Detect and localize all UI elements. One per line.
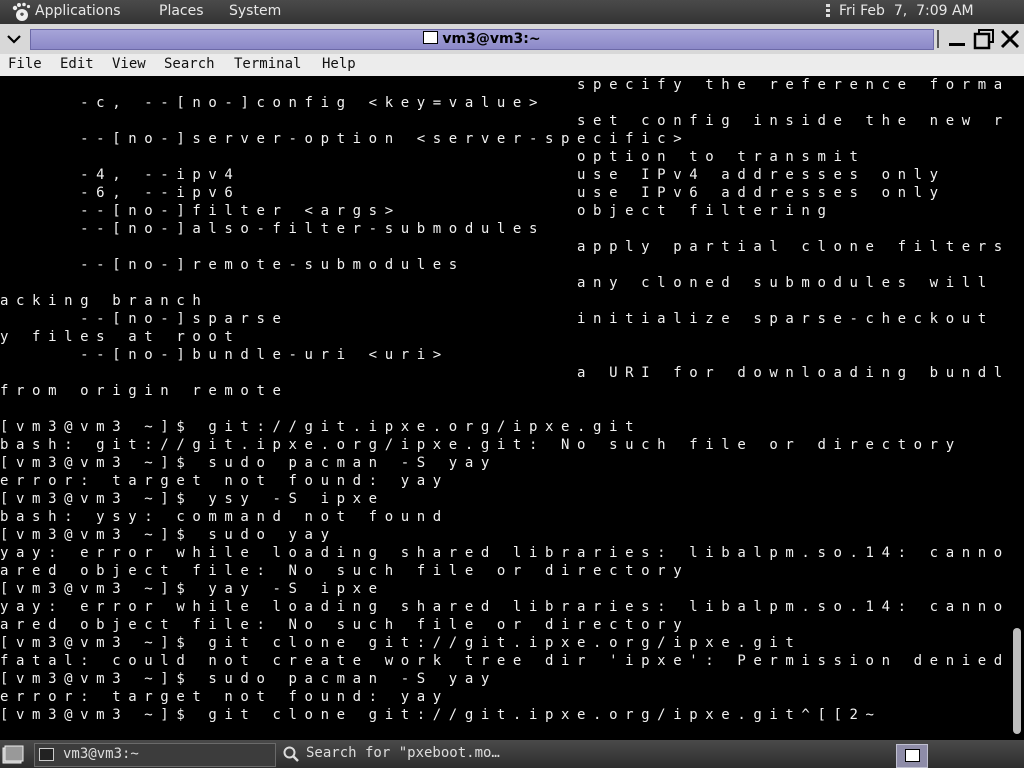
minimize-icon[interactable] bbox=[946, 28, 968, 50]
terminal-icon bbox=[423, 31, 439, 44]
window-title: vm3@vm3:~ bbox=[442, 31, 541, 47]
terminal-line: --[no-]also-filter-submodules bbox=[0, 221, 545, 237]
taskbar-terminal-label: vm3@vm3:~ bbox=[63, 746, 139, 762]
bottom-panel: vm3@vm3:~ Search for "pxeboot.mo… bbox=[0, 740, 1024, 768]
menu-help[interactable]: Help bbox=[322, 56, 356, 72]
terminal-line: set config inside the new repository bbox=[577, 113, 1010, 129]
menubar: File Edit View Search Terminal Help bbox=[0, 54, 1024, 76]
terminal-line: --[no-]server-option <server-specific> bbox=[0, 131, 690, 147]
window-menu-chevron-icon[interactable] bbox=[2, 27, 26, 51]
terminal-line: from origin remote bbox=[0, 383, 289, 399]
menu-search[interactable]: Search bbox=[164, 56, 215, 72]
terminal-lines: specify the reference format to use -c, … bbox=[0, 76, 1010, 724]
menu-view[interactable]: View bbox=[112, 56, 146, 72]
panel-grip-handle[interactable] bbox=[826, 4, 830, 21]
terminal-line: --[no-]bundle-uri <uri> bbox=[0, 347, 449, 363]
terminal-line: [vm3@vm3 ~]$ git://git.ipxe.org/ipxe.git bbox=[0, 419, 642, 435]
applications-menu[interactable]: Applications bbox=[35, 3, 121, 19]
search-icon bbox=[283, 746, 299, 762]
titlebar-divider bbox=[937, 30, 939, 48]
terminal-line: yay: error while loading shared librarie… bbox=[0, 545, 1010, 561]
terminal-line: [vm3@vm3 ~]$ ysy -S ipxe bbox=[0, 491, 385, 507]
terminal-line: [vm3@vm3 ~]$ sudo pacman -S yay bbox=[0, 671, 497, 687]
terminal-line: [vm3@vm3 ~]$ sudo yay bbox=[0, 527, 337, 543]
terminal-line: ared object file: No such file or direct… bbox=[0, 563, 690, 579]
terminal-line: yay: error while loading shared librarie… bbox=[0, 599, 1010, 615]
terminal-line: fatal: could not create work tree dir 'i… bbox=[0, 653, 1010, 669]
clock[interactable]: Fri Feb 7, 7:09 AM bbox=[839, 3, 974, 19]
terminal-line: -6, --ipv6 use IPv6 addresses only bbox=[0, 185, 946, 201]
taskbar-search-label: Search for "pxeboot.mo… bbox=[306, 745, 500, 761]
menu-terminal[interactable]: Terminal bbox=[234, 56, 301, 72]
terminal-line: any cloned submodules will use their rem… bbox=[577, 275, 1010, 291]
terminal-output[interactable]: specify the reference format to use -c, … bbox=[0, 76, 1010, 740]
terminal-line: y files at root bbox=[0, 329, 241, 345]
maximize-icon[interactable] bbox=[973, 28, 995, 50]
terminal-line: bash: ysy: command not found bbox=[0, 509, 449, 525]
terminal-scrollbar[interactable] bbox=[1010, 76, 1024, 740]
terminal-line: acking branch bbox=[0, 293, 209, 309]
terminal-line: a URI for downloading bundles before fet… bbox=[577, 365, 1010, 381]
menu-edit[interactable]: Edit bbox=[60, 56, 94, 72]
terminal-line: --[no-]remote-submodules bbox=[0, 257, 465, 273]
terminal-icon bbox=[905, 749, 920, 762]
menu-file[interactable]: File bbox=[8, 56, 42, 72]
top-panel: Applications Places System Fri Feb 7, 7:… bbox=[0, 0, 1024, 24]
terminal-line: [vm3@vm3 ~]$ sudo pacman -S yay bbox=[0, 455, 497, 471]
terminal-line: ared object file: No such file or direct… bbox=[0, 617, 690, 633]
places-menu[interactable]: Places bbox=[159, 3, 204, 19]
terminal-line: specify the reference format to use bbox=[577, 77, 1010, 93]
terminal-line: -4, --ipv4 use IPv4 addresses only bbox=[0, 167, 946, 183]
gnome-foot-icon[interactable] bbox=[10, 2, 32, 22]
terminal-icon bbox=[39, 748, 54, 761]
terminal-line: -c, --[no-]config <key=value> bbox=[0, 95, 545, 111]
taskbar-terminal-button[interactable]: vm3@vm3:~ bbox=[34, 743, 276, 767]
terminal-line: option to transmit bbox=[0, 149, 866, 165]
taskbar-search-button[interactable]: Search for "pxeboot.mo… bbox=[280, 743, 540, 765]
workspace-switcher[interactable] bbox=[896, 744, 928, 768]
show-desktop-icon[interactable] bbox=[2, 745, 24, 765]
terminal-line: [vm3@vm3 ~]$ git clone git://git.ipxe.or… bbox=[0, 707, 882, 723]
terminal-line: [vm3@vm3 ~]$ yay -S ipxe bbox=[0, 581, 385, 597]
scrollbar-thumb[interactable] bbox=[1013, 628, 1021, 734]
close-icon[interactable] bbox=[999, 28, 1021, 50]
window-title-area[interactable]: vm3@vm3:~ bbox=[30, 29, 934, 50]
terminal-line: error: target not found: yay bbox=[0, 689, 449, 705]
terminal-line: --[no-]filter <args> object filtering bbox=[0, 203, 834, 219]
terminal-line: [vm3@vm3 ~]$ git clone git://git.ipxe.or… bbox=[0, 635, 802, 651]
system-menu[interactable]: System bbox=[229, 3, 281, 19]
window-titlebar[interactable]: vm3@vm3:~ bbox=[0, 24, 1024, 54]
terminal-line: bash: git://git.ipxe.org/ipxe.git: No su… bbox=[0, 437, 962, 453]
terminal-line: --[no-]sparse initialize sparse-checkout… bbox=[80, 311, 1010, 327]
terminal-line: apply partial clone filters to submodule… bbox=[577, 239, 1010, 255]
terminal-line: error: target not found: yay bbox=[0, 473, 449, 489]
